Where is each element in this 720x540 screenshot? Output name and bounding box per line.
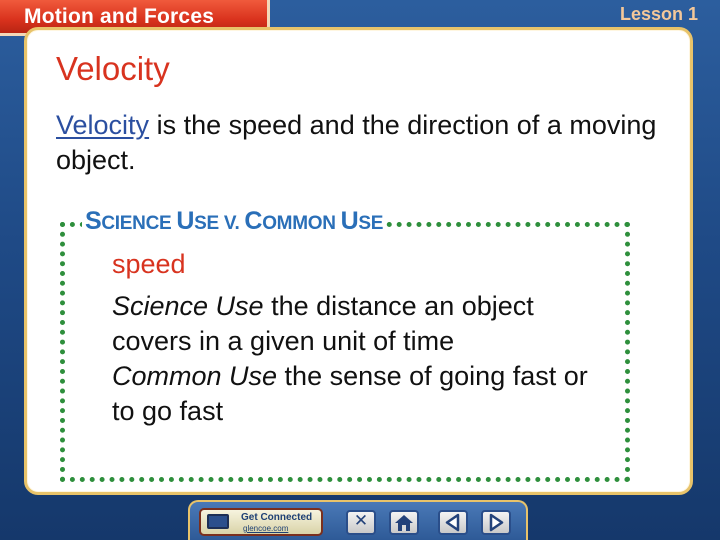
usage-word: speed <box>112 249 186 279</box>
lesson-label: Lesson 1 <box>619 4 698 24</box>
definition-text: Velocity is the speed and the direction … <box>56 108 676 178</box>
get-connected-site: glencoe.com <box>243 524 289 533</box>
title-letter: C <box>244 207 263 235</box>
get-connected-button[interactable]: Get Connected glencoe.com <box>199 508 323 536</box>
usage-box-title: SCIENCE USE V. COMMON USE <box>82 207 387 236</box>
title-letter: S <box>85 207 102 235</box>
common-use-entry: Common Use the sense of going fast or to… <box>112 359 612 429</box>
computer-icon <box>207 514 229 529</box>
home-icon <box>395 515 413 531</box>
page-title: Velocity <box>56 50 170 87</box>
slide-background: Motion and Forces Lesson 1 Velocity Velo… <box>0 0 720 540</box>
title-fragment: SE <box>358 213 384 234</box>
usage-definitions: Science Use the distance an object cover… <box>112 289 612 429</box>
common-use-label: Common Use <box>112 361 278 391</box>
get-connected-label: Get Connected <box>241 512 313 523</box>
next-icon <box>489 513 504 532</box>
definition-term-link[interactable]: Velocity <box>56 110 149 140</box>
science-use-entry: Science Use the distance an object cover… <box>112 289 612 359</box>
header-title: Motion and Forces <box>24 5 215 28</box>
title-fragment: OMMON <box>262 213 341 234</box>
home-button[interactable] <box>389 510 419 535</box>
previous-icon <box>445 513 460 532</box>
title-letter: U <box>340 207 359 235</box>
exit-button[interactable]: ✕ <box>346 510 376 535</box>
title-fragment: SE V. <box>194 213 245 234</box>
title-fragment: CIENCE <box>101 213 177 234</box>
previous-button[interactable] <box>438 510 468 535</box>
science-use-label: Science Use <box>112 291 264 321</box>
next-button[interactable] <box>481 510 511 535</box>
title-letter: U <box>176 207 195 235</box>
close-icon: ✕ <box>353 511 369 531</box>
